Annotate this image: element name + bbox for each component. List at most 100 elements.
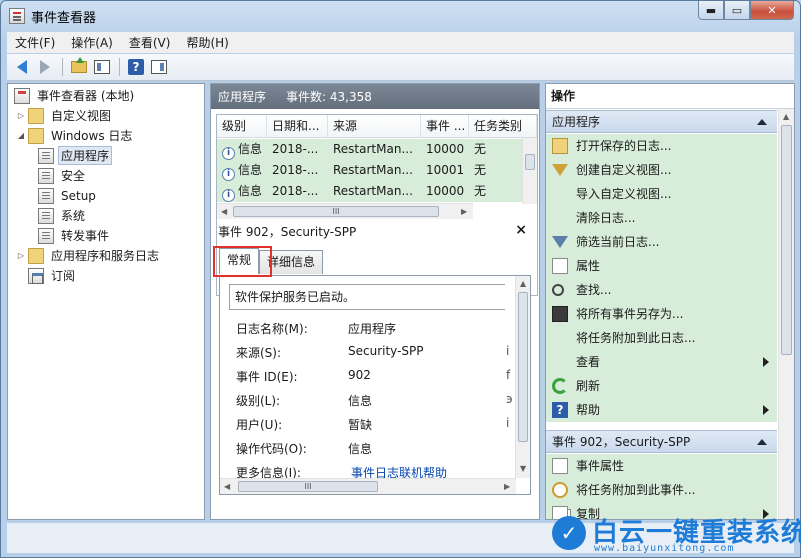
tree-item-label: 系统 bbox=[61, 209, 86, 223]
folder-icon bbox=[28, 107, 44, 124]
scroll-left-icon[interactable]: ◀ bbox=[221, 207, 227, 216]
scrollbar-thumb[interactable]: III bbox=[238, 481, 378, 492]
subscriptions-icon bbox=[28, 267, 44, 284]
window-controls: ▬ ▭ ✕ bbox=[698, 1, 794, 21]
prop-value-event-id: 902 bbox=[348, 368, 371, 382]
help-toolbar-button[interactable]: ? bbox=[125, 57, 147, 77]
action-attach-task-to-event[interactable]: 将任务附加到此事件... bbox=[546, 478, 777, 502]
info-icon: i bbox=[222, 147, 235, 160]
maximize-button[interactable]: ▭ bbox=[724, 1, 750, 20]
tree-item-setup[interactable]: Setup bbox=[36, 186, 99, 205]
table-row[interactable]: i 信息 2018-... RestartMan... 10000 无 bbox=[217, 139, 523, 160]
action-attach-task-to-log[interactable]: 将任务附加到此日志... bbox=[546, 326, 777, 350]
scrollbar-thumb[interactable] bbox=[525, 154, 535, 170]
event-viewer-app-icon bbox=[9, 8, 25, 24]
scroll-down-icon[interactable]: ▼ bbox=[520, 464, 526, 473]
scroll-right-icon[interactable]: ▶ bbox=[504, 482, 510, 491]
action-filter-current-log[interactable]: 筛选当前日志... bbox=[546, 230, 777, 254]
minimize-button[interactable]: ▬ bbox=[698, 1, 724, 20]
menu-help[interactable]: 帮助(H) bbox=[178, 34, 236, 51]
title-bar[interactable]: 事件查看器 ▬ ▭ ✕ bbox=[1, 1, 800, 31]
cell-date: 2018-... bbox=[272, 142, 319, 156]
close-button[interactable]: ✕ bbox=[750, 1, 794, 20]
column-header-source[interactable]: 来源 bbox=[328, 115, 421, 137]
tree-app-service-logs[interactable]: ▷ 应用程序和服务日志 bbox=[16, 246, 162, 265]
action-clear-log[interactable]: 清除日志... bbox=[546, 206, 777, 230]
action-import-custom-view[interactable]: 导入自定义视图... bbox=[546, 182, 777, 206]
action-label: 创建自定义视图... bbox=[576, 163, 672, 177]
action-label: 将任务附加到此日志... bbox=[576, 331, 696, 345]
highlight-box bbox=[213, 246, 272, 277]
action-label: 属性 bbox=[576, 259, 601, 273]
events-horizontal-scrollbar[interactable]: ◀ III ▶ bbox=[217, 203, 473, 219]
cell-level: i 信息 bbox=[217, 139, 267, 160]
back-button[interactable] bbox=[11, 57, 33, 77]
folder-up-icon bbox=[71, 57, 87, 73]
event-viewer-icon bbox=[14, 87, 30, 104]
actions-vertical-scrollbar[interactable]: ▲ bbox=[778, 109, 794, 519]
column-header-task-category[interactable]: 任务类别 bbox=[469, 115, 537, 137]
action-find[interactable]: 查找... bbox=[546, 278, 777, 302]
action-properties[interactable]: 属性 bbox=[546, 254, 777, 278]
scroll-up-icon[interactable]: ▲ bbox=[520, 279, 526, 288]
action-save-all-events[interactable]: 将所有事件另存为... bbox=[546, 302, 777, 326]
tree-app-service-logs-label: 应用程序和服务日志 bbox=[51, 249, 160, 263]
scrollbar-thumb[interactable]: III bbox=[233, 206, 439, 217]
scrollbar-thumb[interactable] bbox=[518, 292, 528, 442]
prop-value-opcode: 信息 bbox=[348, 442, 373, 456]
column-header-level[interactable]: 级别 bbox=[217, 115, 267, 137]
tree-item-system[interactable]: 系统 bbox=[36, 206, 88, 225]
show-tree-button[interactable] bbox=[91, 57, 113, 77]
watermark-logo: ✓ 白云一键重装系统 www.baiyunxitong.com bbox=[546, 510, 801, 556]
tree-item-label: 应用程序 bbox=[58, 146, 113, 165]
collapse-arrow-icon[interactable]: ◢ bbox=[16, 131, 26, 140]
column-header-date[interactable]: 日期和... bbox=[267, 115, 328, 137]
action-label: 将所有事件另存为... bbox=[576, 307, 684, 321]
tree-item-security[interactable]: 安全 bbox=[36, 166, 88, 185]
scroll-up-icon[interactable]: ▲ bbox=[783, 112, 789, 121]
up-folder-button[interactable] bbox=[68, 57, 90, 77]
expand-arrow-icon[interactable]: ▷ bbox=[16, 111, 26, 120]
prop-label-source: 来源(S): bbox=[236, 346, 282, 360]
action-refresh[interactable]: 刷新 bbox=[546, 374, 777, 398]
action-label: 查看 bbox=[576, 355, 601, 369]
tree-windows-logs[interactable]: ◢ Windows 日志 bbox=[16, 126, 135, 145]
actions-section-application[interactable]: 应用程序 bbox=[546, 110, 777, 133]
prop-label-opcode: 操作代码(O): bbox=[236, 442, 307, 456]
tree-custom-views[interactable]: ▷ 自定义视图 bbox=[16, 106, 114, 125]
action-view[interactable]: 查看 bbox=[546, 350, 777, 374]
menu-action[interactable]: 操作(A) bbox=[63, 34, 121, 51]
table-row[interactable]: i 信息 2018-... RestartMan... 10001 无 bbox=[217, 160, 523, 181]
expand-arrow-icon[interactable]: ▷ bbox=[16, 251, 26, 260]
prop-value-log-name: 应用程序 bbox=[348, 322, 397, 336]
scroll-left-icon[interactable]: ◀ bbox=[224, 482, 230, 491]
collapse-icon[interactable] bbox=[757, 439, 767, 445]
action-event-properties[interactable]: 事件属性 bbox=[546, 454, 777, 478]
collapse-icon[interactable] bbox=[757, 119, 767, 125]
toolbar: ? bbox=[7, 54, 794, 81]
scrollbar-thumb[interactable] bbox=[781, 125, 792, 355]
column-header-event-id[interactable]: 事件 ... bbox=[421, 115, 469, 137]
tree-subscriptions[interactable]: 订阅 bbox=[26, 266, 78, 285]
action-help[interactable]: ? 帮助 bbox=[546, 398, 777, 422]
tree-root[interactable]: 事件查看器 (本地) bbox=[12, 86, 137, 105]
detail-vertical-scrollbar[interactable]: ▲ ▼ bbox=[515, 276, 530, 478]
action-create-custom-view[interactable]: 创建自定义视图... bbox=[546, 158, 777, 182]
tree-item-forwarded-events[interactable]: 转发事件 bbox=[36, 226, 112, 245]
tree-custom-views-label: 自定义视图 bbox=[51, 109, 112, 123]
scroll-right-icon[interactable]: ▶ bbox=[461, 207, 467, 216]
menu-view[interactable]: 查看(V) bbox=[121, 34, 179, 51]
refresh-icon bbox=[552, 378, 568, 394]
tree-item-application[interactable]: 应用程序 bbox=[36, 146, 113, 165]
close-detail-icon[interactable]: × bbox=[515, 222, 527, 238]
menu-file[interactable]: 文件(F) bbox=[7, 34, 63, 51]
events-vertical-scrollbar[interactable] bbox=[522, 138, 537, 204]
event-message: 软件保护服务已启动。 bbox=[229, 284, 505, 310]
show-action-pane-button[interactable] bbox=[148, 57, 170, 77]
actions-section-event[interactable]: 事件 902，Security-SPP bbox=[546, 430, 777, 453]
console-tree: 事件查看器 (本地) ▷ 自定义视图 ◢ Windows 日志 应用程序 安全 … bbox=[7, 83, 205, 520]
detail-horizontal-scrollbar[interactable]: ◀ III ▶ bbox=[220, 478, 516, 494]
forward-button[interactable] bbox=[34, 57, 56, 77]
table-row[interactable]: i 信息 2018-... RestartMan... 10000 无 bbox=[217, 181, 523, 202]
action-open-saved-log[interactable]: 打开保存的日志... bbox=[546, 134, 777, 158]
